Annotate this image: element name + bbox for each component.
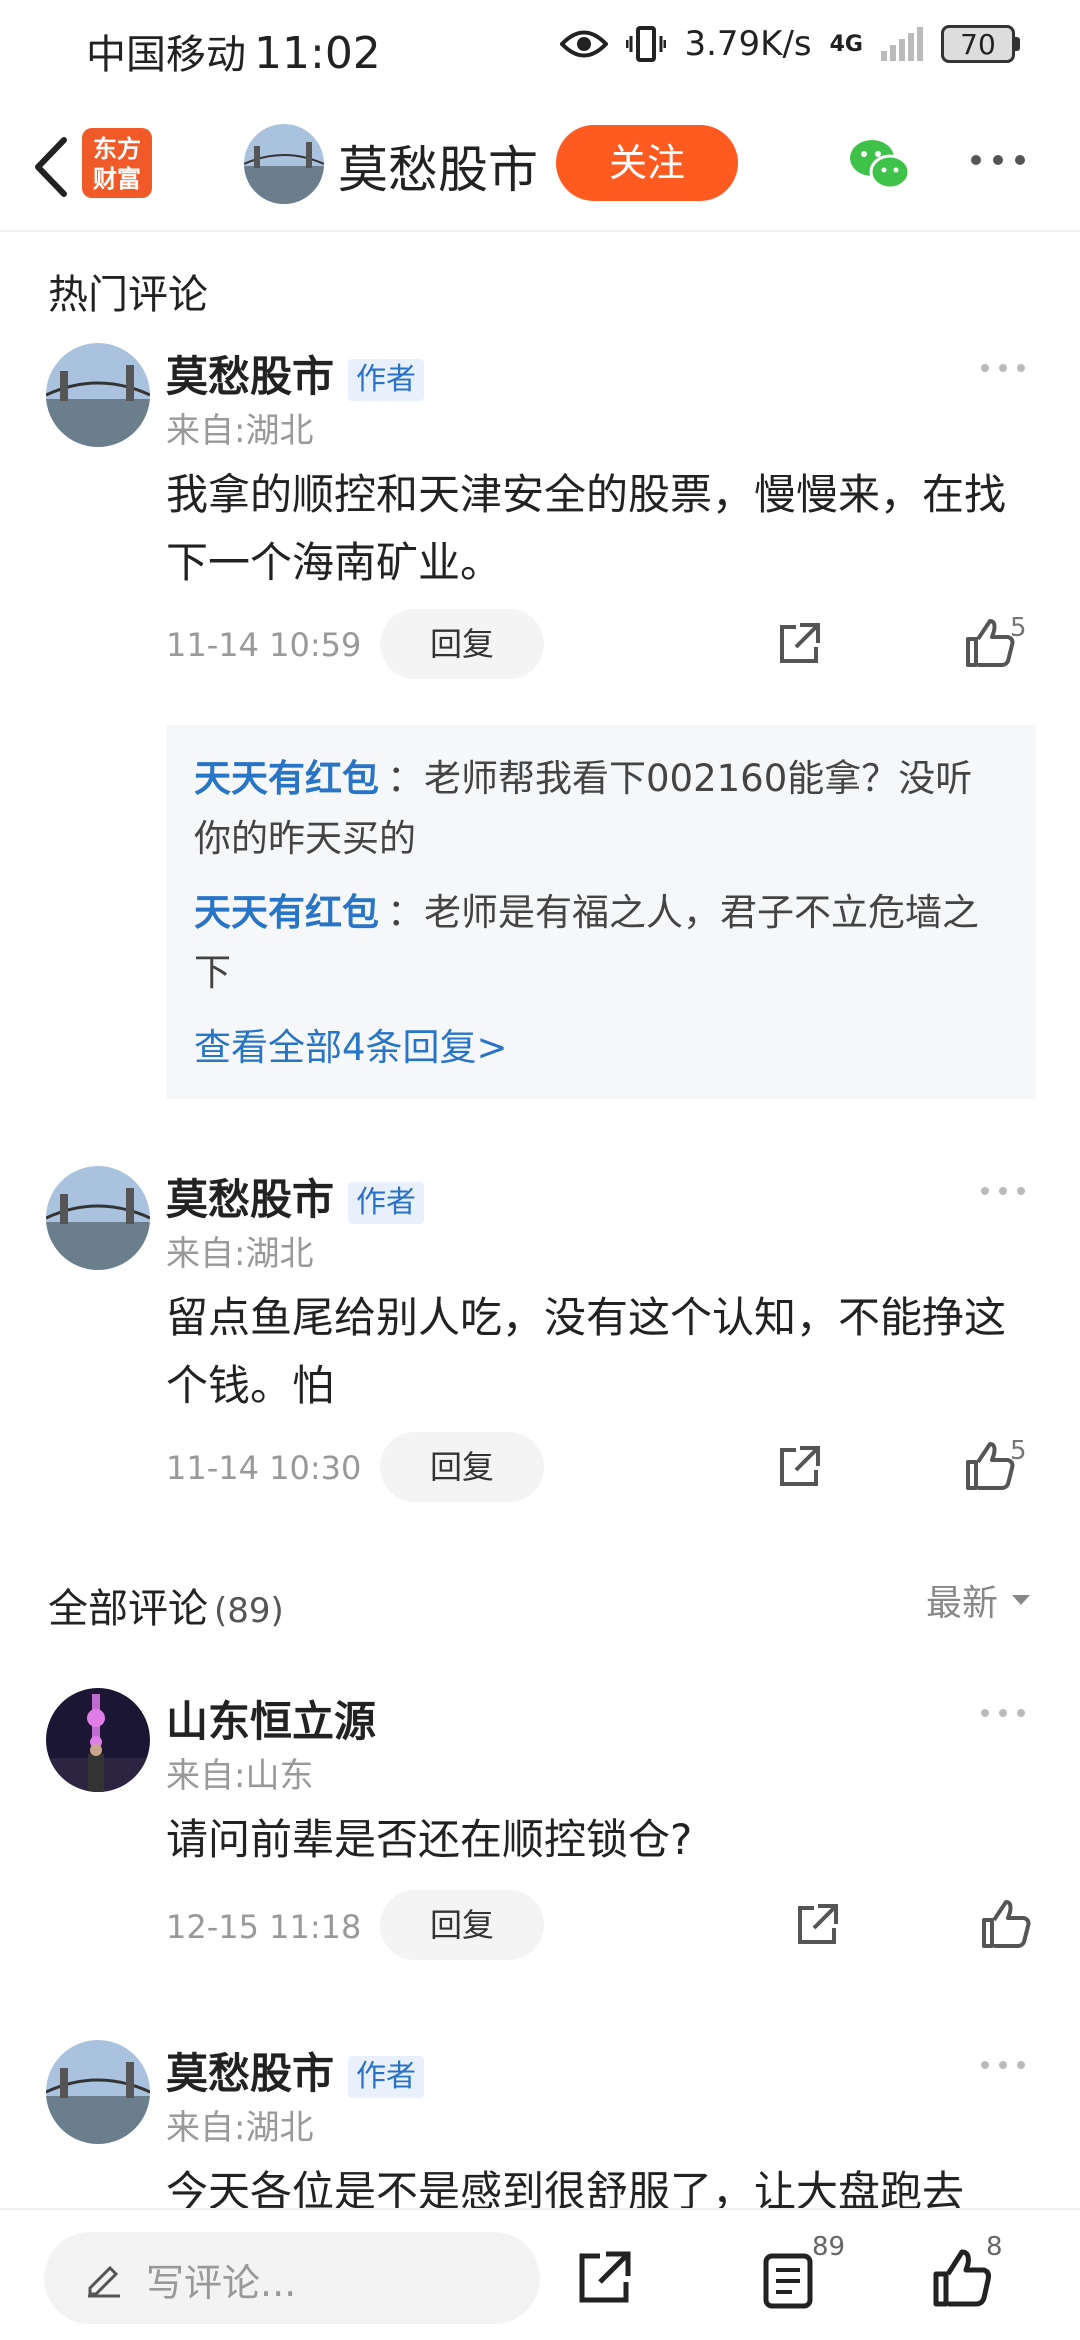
write-comment-input[interactable]: 写评论... (44, 2232, 540, 2324)
reply-item: 天天有红包 ：老师帮我看下002160能拿？没听你的昨天买的 (194, 749, 1008, 869)
comment-item: 莫愁股市 作者 来自:湖北 留点鱼尾给别人吃，没有这个认知，不能挣这个钱。怕 11… (0, 1166, 1080, 1526)
all-comments-heading: 全部评论 (89) (48, 1576, 284, 1634)
avatar[interactable] (46, 2040, 150, 2144)
sort-label: 最新 (925, 1583, 998, 1624)
like-count: 5 (1010, 613, 1027, 643)
author-badge: 作者 (348, 1181, 425, 1224)
share-icon[interactable] (774, 619, 824, 669)
comment-location: 来自:湖北 (166, 2108, 314, 2148)
bottom-action-bar: 写评论... 89 8 (0, 2208, 1080, 2340)
comment-count: 89 (812, 2232, 846, 2262)
author-name: 莫愁股市 (166, 352, 335, 401)
more-icon[interactable] (978, 1184, 1028, 1198)
comment-text: 留点鱼尾给别人吃，没有这个认知，不能挣这个钱。怕 (166, 1293, 1007, 1410)
divider (0, 230, 1080, 232)
comments-icon[interactable] (758, 2250, 818, 2310)
view-all-replies-link[interactable]: 查看全部4条回复> (194, 1017, 1008, 1071)
reply-item: 天天有红包 ：老师是有福之人，君子不立危墙之下 (194, 883, 1008, 1003)
battery-level: 70 (941, 25, 1015, 63)
battery-icon: 70 (941, 25, 1020, 63)
author-avatar[interactable] (244, 124, 324, 204)
replies-box: 天天有红包 ：老师帮我看下002160能拿？没听你的昨天买的 天天有红包 ：老师是有… (166, 725, 1036, 1099)
comment-time: 11-14 10:30 (166, 1449, 362, 1487)
eye-icon (560, 30, 609, 58)
logo-line-1: 东方 (93, 135, 141, 163)
like-icon[interactable] (964, 617, 1016, 669)
author-name: 莫愁股市 (166, 1175, 335, 1224)
status-bar: 中国移动 11:02 3.79K/s 4G 70 (0, 0, 1080, 100)
status-left: 中国移动 11:02 (86, 22, 381, 80)
like-icon[interactable] (980, 1898, 1032, 1950)
network-type: 4G (829, 31, 863, 57)
wechat-share-icon[interactable] (846, 134, 912, 194)
comment-author[interactable]: 山东恒立源 (166, 1688, 376, 1749)
more-icon[interactable] (968, 140, 1028, 180)
top-nav: 东方 财富 莫愁股市 关注 (0, 110, 1080, 222)
carrier-label: 中国移动 (86, 32, 246, 78)
reply-button[interactable]: 回复 (380, 1432, 544, 1502)
more-icon[interactable] (978, 2058, 1028, 2072)
follow-button[interactable]: 关注 (556, 125, 738, 201)
comment-time: 12-15 11:18 (166, 1908, 362, 1946)
comment-author[interactable]: 莫愁股市 作者 (166, 2040, 425, 2101)
share-icon[interactable] (774, 1442, 824, 1492)
signal-icon (881, 27, 923, 61)
comment-time: 11-14 10:59 (166, 626, 362, 664)
net-speed: 3.79K/s (684, 24, 812, 64)
back-icon[interactable] (24, 132, 84, 202)
clock: 11:02 (254, 28, 381, 79)
page-title: 莫愁股市 (338, 141, 538, 199)
status-right: 3.79K/s 4G 70 (560, 24, 1020, 64)
more-icon[interactable] (978, 361, 1028, 375)
comment-location: 来自:湖北 (166, 411, 314, 451)
author-name: 山东恒立源 (166, 1697, 377, 1746)
comment-item: 山东恒立源 来自:山东 请问前辈是否还在顺控锁仓? 12-15 11:18 回复 (0, 1688, 1080, 1988)
sort-dropdown[interactable]: 最新 (926, 1574, 1032, 1626)
app-logo[interactable]: 东方 财富 (82, 128, 152, 198)
like-count: 5 (1010, 1436, 1027, 1466)
like-icon[interactable] (932, 2248, 992, 2308)
comment-item: 莫愁股市 作者 来自:湖北 我拿的顺控和天津安全的股票，慢慢来，在找下一个海南矿业… (0, 343, 1080, 1103)
author-badge: 作者 (348, 2055, 425, 2098)
reply-user[interactable]: 天天有红包 (194, 891, 379, 934)
share-icon[interactable] (792, 1900, 842, 1950)
like-count: 8 (986, 2232, 1003, 2262)
pencil-icon (88, 2265, 120, 2298)
more-icon[interactable] (978, 1706, 1028, 1720)
vibrate-icon (626, 26, 667, 62)
share-icon[interactable] (574, 2248, 634, 2308)
all-comments-count: (89) (214, 1591, 284, 1631)
comment-location: 来自:湖北 (166, 1234, 314, 1274)
comment-item: 莫愁股市 作者 来自:湖北 今天各位是不是感到很舒服了，让大盘跑去 (0, 2040, 1080, 2208)
comment-text: 我拿的顺控和天津安全的股票，慢慢来，在找下一个海南矿业。 (166, 470, 1007, 587)
comment-author[interactable]: 莫愁股市 作者 (166, 343, 425, 404)
reply-user[interactable]: 天天有红包 (194, 757, 379, 800)
comment-author[interactable]: 莫愁股市 作者 (166, 1166, 425, 1227)
triangle-down-icon (1012, 1595, 1030, 1605)
author-badge: 作者 (348, 358, 425, 401)
avatar[interactable] (46, 1166, 150, 1270)
all-comments-title: 全部评论 (48, 1586, 208, 1632)
like-icon[interactable] (964, 1440, 1016, 1492)
comment-location: 来自:山东 (166, 1756, 314, 1796)
avatar[interactable] (46, 1688, 150, 1792)
author-name: 莫愁股市 (166, 2049, 335, 2098)
reply-button[interactable]: 回复 (380, 609, 544, 679)
avatar[interactable] (46, 343, 150, 447)
comment-text: 今天各位是不是感到很舒服了，让大盘跑去 (166, 2167, 965, 2208)
comment-text: 请问前辈是否还在顺控锁仓? (166, 1815, 693, 1864)
logo-line-2: 财富 (93, 165, 141, 193)
write-comment-placeholder: 写评论... (146, 2261, 297, 2305)
reply-button[interactable]: 回复 (380, 1890, 544, 1960)
hot-comments-heading: 热门评论 (48, 272, 208, 318)
